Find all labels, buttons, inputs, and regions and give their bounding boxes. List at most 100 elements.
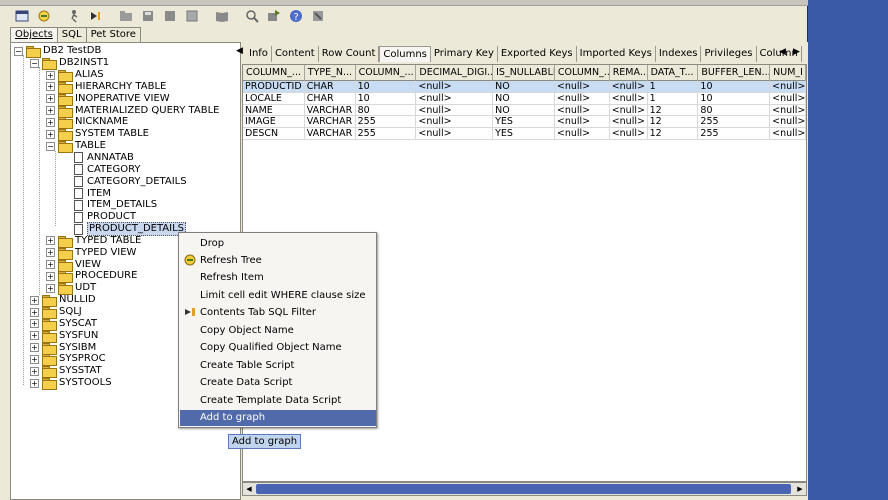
column-header[interactable]: COLUMN_...: [356, 65, 417, 81]
tree-item-nullid[interactable]: + NULLID: [30, 294, 96, 308]
tab-row-count[interactable]: Row Count: [319, 46, 380, 62]
expand-icon[interactable]: +: [46, 271, 55, 281]
table-cell[interactable]: 255: [698, 116, 771, 129]
tree-item-syscat[interactable]: + SYSCAT: [30, 318, 97, 331]
tree-item-item-details[interactable]: ITEM_DETAILS: [74, 199, 157, 211]
expand-icon[interactable]: +: [46, 236, 55, 246]
table-row[interactable]: DESCN VARCHAR 255 <null> YES <null> <null> 12 25…: [243, 128, 806, 140]
table-row[interactable]: PRODUCTID CHAR 10 <null> NO <null> <null> 1 10 <n…: [243, 81, 806, 93]
table-cell[interactable]: <null>: [770, 116, 806, 129]
tab-imported-keys[interactable]: Imported Keys: [577, 46, 656, 62]
menu-item-add-to-graph[interactable]: Add to graph: [180, 410, 376, 426]
collapse-icon[interactable]: −: [30, 58, 39, 68]
table-cell[interactable]: <null>: [770, 104, 806, 117]
tab-info[interactable]: Info: [246, 46, 272, 62]
table-row[interactable]: NAME VARCHAR 80 <null> NO <null> <null> 12 80 <nu…: [243, 104, 806, 117]
tree-item-sysfun[interactable]: + SYSFUN: [30, 330, 98, 343]
table-cell[interactable]: DESCN: [243, 128, 305, 140]
menu-item-create-data-script[interactable]: Create Data Script: [180, 375, 376, 391]
tree-item-category[interactable]: CATEGORY: [74, 164, 141, 176]
table-cell[interactable]: <null>: [609, 81, 648, 93]
table-cell[interactable]: <null>: [609, 116, 648, 129]
table-cell[interactable]: <null>: [416, 81, 494, 93]
tree-root[interactable]: − DB2 TestDB: [14, 45, 101, 58]
table-cell[interactable]: CHAR: [304, 81, 356, 93]
tree-item-table[interactable]: − TABLE: [46, 140, 106, 154]
expand-icon[interactable]: +: [46, 94, 55, 104]
table-cell[interactable]: <null>: [416, 104, 494, 117]
tab-privileges[interactable]: Privileges: [701, 46, 757, 62]
table-cell[interactable]: 10: [355, 81, 417, 93]
expand-icon[interactable]: +: [30, 331, 39, 341]
column-header[interactable]: DECIMAL_DIGI...: [416, 65, 494, 81]
table-cell[interactable]: <null>: [554, 81, 610, 93]
table-cell[interactable]: IMAGE: [243, 116, 305, 129]
tree-item-typed-view[interactable]: + TYPED VIEW: [46, 247, 136, 260]
column-header[interactable]: TYPE_N...: [305, 65, 356, 81]
table-cell[interactable]: 12: [647, 128, 699, 140]
column-header[interactable]: NUM_I: [770, 65, 806, 81]
expand-icon[interactable]: +: [46, 260, 55, 270]
menu-item-refresh-tree[interactable]: Refresh Tree: [180, 253, 376, 269]
tree-item-system-table[interactable]: + SYSTEM TABLE: [46, 128, 149, 142]
table-cell[interactable]: 80: [355, 104, 417, 117]
expand-icon[interactable]: +: [46, 106, 55, 116]
menu-item-copy-object-name[interactable]: Copy Object Name: [180, 323, 376, 339]
expand-icon[interactable]: +: [30, 354, 39, 364]
table-cell[interactable]: <null>: [609, 92, 648, 105]
tree-item-sysstat[interactable]: + SYSSTAT: [30, 365, 102, 379]
tree-item-systools[interactable]: + SYSTOOLS: [30, 377, 112, 391]
column-header[interactable]: DATA_T...: [648, 65, 699, 81]
book-icon[interactable]: [212, 8, 232, 24]
tree-item-procedure[interactable]: + PROCEDURE: [46, 270, 137, 284]
expand-icon[interactable]: +: [30, 343, 39, 353]
table-cell[interactable]: <null>: [554, 128, 610, 140]
collapse-icon[interactable]: −: [46, 141, 55, 151]
tab-scroll-left-icon[interactable]: ◀: [236, 46, 243, 56]
table-cell[interactable]: <null>: [416, 128, 494, 140]
table-cell[interactable]: <null>: [770, 92, 806, 105]
menu-item-create-template-data-script[interactable]: Create Template Data Script: [180, 393, 376, 409]
table-cell[interactable]: NO: [493, 92, 555, 105]
tree-item-typed-table[interactable]: + TYPED TABLE: [46, 235, 141, 248]
expand-icon[interactable]: +: [46, 248, 55, 258]
table-cell[interactable]: <null>: [554, 92, 610, 105]
table-row[interactable]: LOCALE CHAR 10 <null> NO <null> <null> 1 10 <null…: [243, 92, 806, 105]
reconnect-icon[interactable]: [34, 8, 54, 24]
tree-schema-db2inst1[interactable]: − DB2INST1: [30, 57, 109, 70]
column-header[interactable]: COLUMN_...: [555, 65, 610, 81]
table-cell[interactable]: VARCHAR: [304, 128, 356, 140]
table-cell[interactable]: <null>: [416, 92, 494, 105]
menu-item-refresh-item[interactable]: Refresh Item: [180, 270, 376, 286]
tree-item-product-details[interactable]: PRODUCT_DETAILS: [74, 222, 187, 237]
column-header[interactable]: COLUMN_...: [243, 65, 305, 81]
tree-item-nickname[interactable]: + NICKNAME: [46, 116, 128, 130]
tab-content[interactable]: Content: [272, 46, 319, 62]
tab-exported-keys[interactable]: Exported Keys: [498, 46, 577, 62]
table-cell[interactable]: 10: [698, 81, 771, 93]
tab-pet-store[interactable]: Pet Store: [85, 27, 141, 42]
save-icon[interactable]: [138, 8, 158, 24]
column-header[interactable]: IS_NULLABLE: [493, 65, 555, 81]
table-cell[interactable]: NO: [493, 81, 555, 93]
table-cell[interactable]: <null>: [609, 104, 648, 117]
scroll-right-icon[interactable]: ▶: [794, 483, 806, 495]
expand-icon[interactable]: +: [30, 307, 39, 317]
table-cell[interactable]: VARCHAR: [304, 116, 356, 129]
tree-item-sysibm[interactable]: + SYSIBM: [30, 342, 96, 355]
help-icon[interactable]: ?: [286, 8, 306, 24]
tree-item-item[interactable]: ITEM: [74, 188, 111, 200]
table-cell[interactable]: 1: [647, 81, 699, 93]
table-cell[interactable]: VARCHAR: [304, 104, 356, 117]
tools-icon[interactable]: [308, 8, 328, 24]
scrollbar-thumb[interactable]: [256, 484, 791, 494]
table-cell[interactable]: YES: [493, 116, 555, 129]
menu-item-drop[interactable]: Drop: [180, 236, 376, 252]
expand-icon[interactable]: +: [46, 129, 55, 139]
tree-item-hierarchy-table[interactable]: + HIERARCHY TABLE: [46, 81, 166, 94]
table-cell[interactable]: 255: [698, 128, 771, 140]
tree-item-materialized-query-table[interactable]: + MATERIALIZED QUERY TABLE: [46, 105, 219, 118]
tree-item-sqlj[interactable]: + SQLJ: [30, 306, 82, 319]
tab-sql[interactable]: SQL: [56, 27, 87, 42]
table-cell[interactable]: 80: [698, 104, 771, 117]
